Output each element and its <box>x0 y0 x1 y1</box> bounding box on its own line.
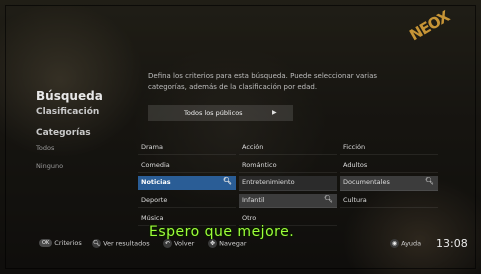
category-documentales[interactable]: Documentales 🔍︎ <box>340 176 438 191</box>
description: Defina los criterios para esta búsqueda.… <box>148 71 418 93</box>
category-adultos[interactable]: Adultos <box>340 159 438 173</box>
sidebar-item-clasificacion[interactable]: Clasificación <box>36 107 99 117</box>
category-label: Cultura <box>343 196 367 204</box>
category-label: Otro <box>242 214 257 222</box>
category-accion[interactable]: Acción <box>239 141 337 155</box>
page-title: Búsqueda <box>36 89 103 103</box>
sidebar-item-ninguno[interactable]: Ninguno <box>36 162 63 170</box>
category-drama[interactable]: Drama <box>138 141 236 155</box>
category-infantil[interactable]: Infantil 🔍︎ <box>239 194 337 208</box>
category-comedia[interactable]: Comedia <box>138 159 236 173</box>
volver-label: Volver <box>174 239 195 248</box>
description-line-2: categorías, además de la clasificación p… <box>148 83 318 91</box>
criterios-hint[interactable]: OK Criterios <box>39 239 82 247</box>
navegar-label: Navegar <box>219 239 247 248</box>
category-label: Música <box>141 214 164 222</box>
description-line-1: Defina los criterios para esta búsqueda.… <box>148 72 378 80</box>
rating-selector-label: Todos los públicos <box>184 109 243 117</box>
bottom-bar: OK Criterios 🔍︎ Ver resultados ↶ Volver … <box>30 236 470 250</box>
category-label: Infantil <box>242 196 265 204</box>
category-romantico[interactable]: Romántico <box>239 159 337 173</box>
category-label: Deporte <box>141 196 168 204</box>
category-label: Ficción <box>343 143 366 151</box>
sidebar-item-categorias[interactable]: Categorías <box>36 128 91 138</box>
category-label: Adultos <box>343 161 368 169</box>
category-entretenimiento[interactable]: Entretenimiento <box>239 176 337 191</box>
sidebar-item-todos[interactable]: Todos <box>36 144 54 152</box>
criterios-label: Criterios <box>54 239 82 247</box>
rating-selector[interactable]: Todos los públicos ▶ <box>148 105 293 121</box>
category-label: Romántico <box>242 161 277 169</box>
navegar-hint[interactable]: ✥ Navegar <box>208 239 247 248</box>
dpad-icon: ✥ <box>208 239 217 248</box>
search-key-icon: 🔍︎ <box>92 239 101 248</box>
category-ficcion[interactable]: Ficción <box>340 141 438 155</box>
category-deporte[interactable]: Deporte <box>138 194 236 208</box>
category-noticias[interactable]: Noticias 🔍︎ <box>138 176 236 190</box>
ver-resultados-hint[interactable]: 🔍︎ Ver resultados <box>92 239 150 248</box>
category-label: Noticias <box>141 178 171 186</box>
back-icon: ↶ <box>163 239 172 248</box>
help-eye-icon: ◉ <box>390 239 399 248</box>
volver-hint[interactable]: ↶ Volver <box>163 239 194 248</box>
search-icon: 🔍︎ <box>223 177 232 185</box>
clock: 13:08 <box>436 237 468 250</box>
ok-key-icon: OK <box>39 239 53 247</box>
category-label: Acción <box>242 143 264 151</box>
arrow-right-icon: ▶ <box>272 109 277 116</box>
category-label: Documentales <box>343 178 390 186</box>
ver-resultados-label: Ver resultados <box>103 239 150 248</box>
category-label: Comedia <box>141 161 170 169</box>
ayuda-label: Ayuda <box>401 239 422 248</box>
category-cultura[interactable]: Cultura <box>340 194 438 208</box>
ayuda-hint[interactable]: ◉ Ayuda <box>390 239 421 248</box>
search-icon: 🔍︎ <box>324 195 333 203</box>
category-label: Drama <box>141 143 163 151</box>
search-icon: 🔍︎ <box>425 177 434 185</box>
category-label: Entretenimiento <box>242 178 295 186</box>
